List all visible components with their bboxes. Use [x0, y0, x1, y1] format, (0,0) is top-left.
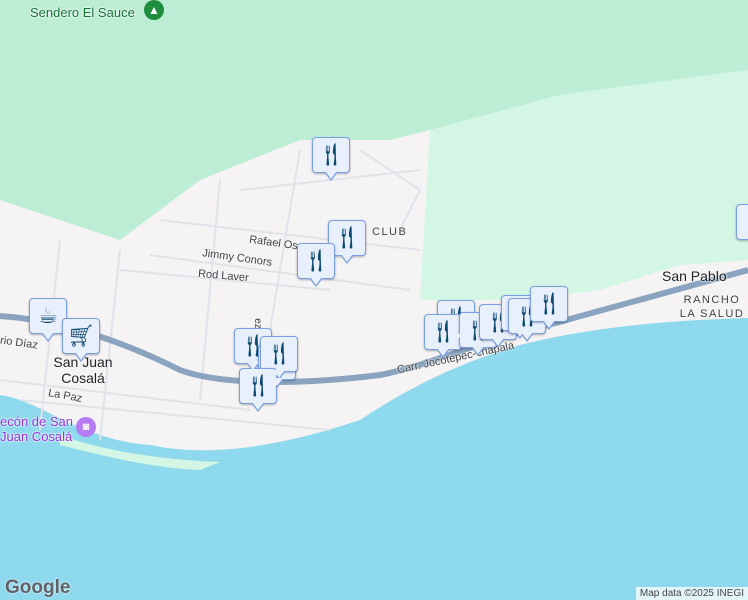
poi-label[interactable]: ecón de San Juan Cosalá [0, 414, 74, 444]
fork-knife-icon: 🍴︎ [244, 373, 272, 398]
fork-knife-icon: 🍴︎ [333, 225, 361, 250]
map-canvas[interactable] [0, 0, 748, 600]
restaurant-marker[interactable]: 🍴︎ [312, 137, 350, 181]
fork-knife-icon: 🍴︎ [302, 248, 330, 273]
park-tree-icon[interactable]: ▲ [144, 0, 164, 20]
restaurant-marker[interactable]: 🍴︎ [297, 243, 335, 287]
restaurant-marker[interactable]: 🍴︎ [239, 368, 277, 412]
camera-icon[interactable]: ◙ [76, 417, 96, 437]
club-label: CLUB [372, 226, 408, 238]
restaurant-marker[interactable]: 🍴︎ [424, 314, 462, 358]
coffee-cup-icon: ☕︎ [38, 303, 58, 328]
shopping-marker[interactable]: 🛒︎ [62, 318, 100, 362]
fork-knife-icon: 🍴︎ [535, 291, 563, 316]
restaurant-marker[interactable]: 🍴︎ [530, 286, 568, 330]
attribution[interactable]: Map data ©2025 INEGI [635, 587, 748, 600]
neighborhood-label: RANCHO LA SALUD [679, 294, 745, 320]
fork-knife-icon: 🍴︎ [317, 142, 345, 167]
google-logo[interactable]: Google [5, 577, 70, 599]
restaurant-marker[interactable]: 🍴︎ [736, 204, 748, 240]
fork-knife-icon: 🍴︎ [265, 341, 293, 366]
fork-knife-icon: 🍴︎ [741, 209, 748, 235]
town-label-san-pablo: San Pablo [662, 268, 727, 284]
shopping-cart-icon: 🛒︎ [67, 323, 95, 348]
restaurant-marker[interactable]: 🍴︎ [260, 336, 298, 380]
trail-label[interactable]: Sendero El Sauce [30, 5, 135, 20]
